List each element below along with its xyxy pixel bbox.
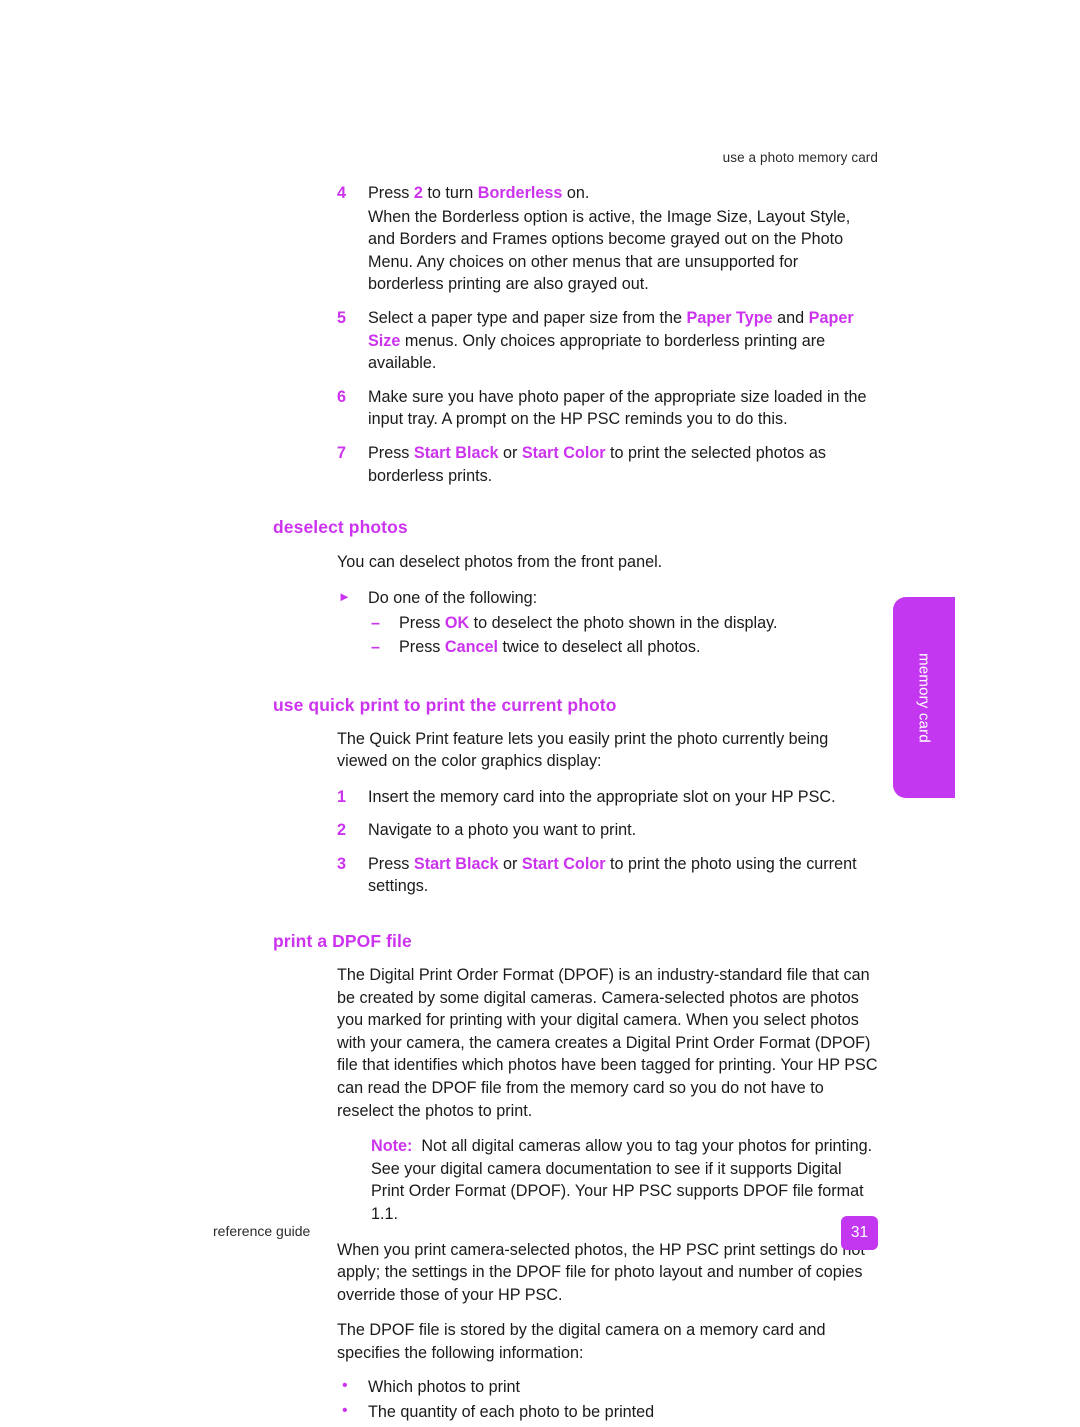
list-item: 2 Navigate to a photo you want to print. xyxy=(337,819,878,842)
list-item: 5 Select a paper type and paper size fro… xyxy=(337,307,878,375)
list-item-text-part: Press xyxy=(399,637,445,656)
step-text-part: or xyxy=(498,443,522,462)
step-text-part: Press xyxy=(368,443,414,462)
paragraph: You can deselect photos from the front p… xyxy=(337,553,663,572)
step-number: 3 xyxy=(337,854,347,873)
key-cancel: Cancel xyxy=(444,637,498,656)
step-number: 1 xyxy=(337,787,347,806)
note-text: Not all digital cameras allow you to tag… xyxy=(371,1137,873,1223)
step-number: 7 xyxy=(337,443,347,462)
page-number-badge: 31 xyxy=(841,1216,878,1250)
paragraph: The DPOF file is stored by the digital c… xyxy=(337,1321,826,1362)
round-bullet-icon: • xyxy=(342,1402,348,1420)
step-text-part: menus. Only choices appropriate to borde… xyxy=(368,331,826,373)
step-text-part: on. xyxy=(562,184,590,202)
deselect-intro-block: You can deselect photos from the front p… xyxy=(337,551,878,574)
list-item-text: Do one of the following: xyxy=(368,588,538,607)
list-item: 4 Press 2 to turn Borderless on. When th… xyxy=(337,182,878,296)
key-2: 2 xyxy=(413,184,423,202)
step-text-part: Press xyxy=(368,184,414,202)
step-number: 6 xyxy=(337,387,347,406)
list-item-text: Which photos to print xyxy=(368,1377,521,1396)
key-start-black: Start Black xyxy=(413,854,499,873)
list-item: 1 Insert the memory card into the approp… xyxy=(337,786,878,809)
step-text-part: Select a paper type and paper size from … xyxy=(368,308,687,327)
list-item-text: Press Cancel twice to deselect all photo… xyxy=(399,638,700,656)
list-item-text-part: Press xyxy=(399,614,445,633)
list-item: – Press Cancel twice to deselect all pho… xyxy=(369,636,878,659)
step-text: Press Start Black or Start Color to prin… xyxy=(368,444,826,485)
step-text: Make sure you have photo paper of the ap… xyxy=(368,387,867,429)
key-start-color: Start Color xyxy=(521,854,606,873)
key-ok: OK xyxy=(444,614,470,633)
list-item-text-part: to deselect the photo shown in the displ… xyxy=(469,614,778,633)
heading-print-dpof-file: print a DPOF file xyxy=(273,931,412,952)
footer-label: reference guide xyxy=(213,1223,311,1239)
en-dash-bullet-icon: – xyxy=(371,614,381,633)
side-tab-label: memory card xyxy=(915,652,933,743)
note-block: Note: Not all digital cameras allow you … xyxy=(371,1135,878,1225)
running-header: use a photo memory card xyxy=(722,150,878,165)
note-paragraph: Note: Not all digital cameras allow you … xyxy=(371,1135,878,1225)
en-dash-bullet-icon: – xyxy=(371,637,381,656)
heading-deselect-photos: deselect photos xyxy=(273,517,408,538)
key-start-color: Start Color xyxy=(521,443,606,462)
list-item: 7 Press Start Black or Start Color to pr… xyxy=(337,442,878,487)
step-number: 2 xyxy=(337,821,347,840)
list-item: 6 Make sure you have photo paper of the … xyxy=(337,386,878,431)
paragraph: The Quick Print feature lets you easily … xyxy=(337,729,829,771)
quick-print-intro-block: The Quick Print feature lets you easily … xyxy=(337,728,878,773)
note-label: Note: xyxy=(371,1137,413,1156)
paragraph: The Digital Print Order Format (DPOF) is… xyxy=(337,966,878,1120)
key-start-black: Start Black xyxy=(413,443,499,462)
paragraph: When you print camera-selected photos, t… xyxy=(337,1240,865,1304)
list-item-text-part: twice to deselect all photos. xyxy=(497,637,701,656)
list-item: ► Do one of the following: xyxy=(337,587,878,610)
list-item: 3 Press Start Black or Start Color to pr… xyxy=(337,853,878,898)
heading-use-quick-print: use quick print to print the current pho… xyxy=(273,694,617,715)
step-text-part: or xyxy=(498,854,522,873)
step-text: Select a paper type and paper size from … xyxy=(368,309,854,372)
step-text: Navigate to a photo you want to print. xyxy=(368,821,637,840)
step-number: 5 xyxy=(337,308,347,327)
step-text: Insert the memory card into the appropri… xyxy=(368,787,836,806)
key-borderless: Borderless xyxy=(477,184,563,202)
list-item: • Which photos to print xyxy=(337,1376,878,1399)
step-text: Press 2 to turn Borderless on. xyxy=(368,184,589,202)
step-text-part: to turn xyxy=(422,184,478,202)
list-item: – Press OK to deselect the photo shown i… xyxy=(369,612,878,635)
dpof-body-block-2: When you print camera-selected photos, t… xyxy=(337,1239,878,1365)
list-item-text: Press OK to deselect the photo shown in … xyxy=(399,614,778,632)
document-page: use a photo memory card 4 Press 2 to tur… xyxy=(0,0,1080,1421)
step-text-part: Press xyxy=(368,854,414,873)
step-text: Press Start Black or Start Color to prin… xyxy=(368,855,857,896)
step-continuation: When the Borderless option is active, th… xyxy=(368,207,851,294)
side-tab-memory-card: memory card xyxy=(893,597,955,798)
dpof-body-block: The Digital Print Order Format (DPOF) is… xyxy=(337,964,878,1122)
triangle-right-bullet-icon: ► xyxy=(338,588,351,604)
key-paper-type: Paper Type xyxy=(686,308,773,327)
step-text-part: and xyxy=(772,308,809,327)
list-item-text: The quantity of each photo to be printed xyxy=(368,1403,655,1422)
page-content: 4 Press 2 to turn Borderless on. When th… xyxy=(273,182,878,1427)
list-item: • The quantity of each photo to be print… xyxy=(337,1401,878,1424)
round-bullet-icon: • xyxy=(342,1376,348,1394)
step-number: 4 xyxy=(337,184,347,202)
